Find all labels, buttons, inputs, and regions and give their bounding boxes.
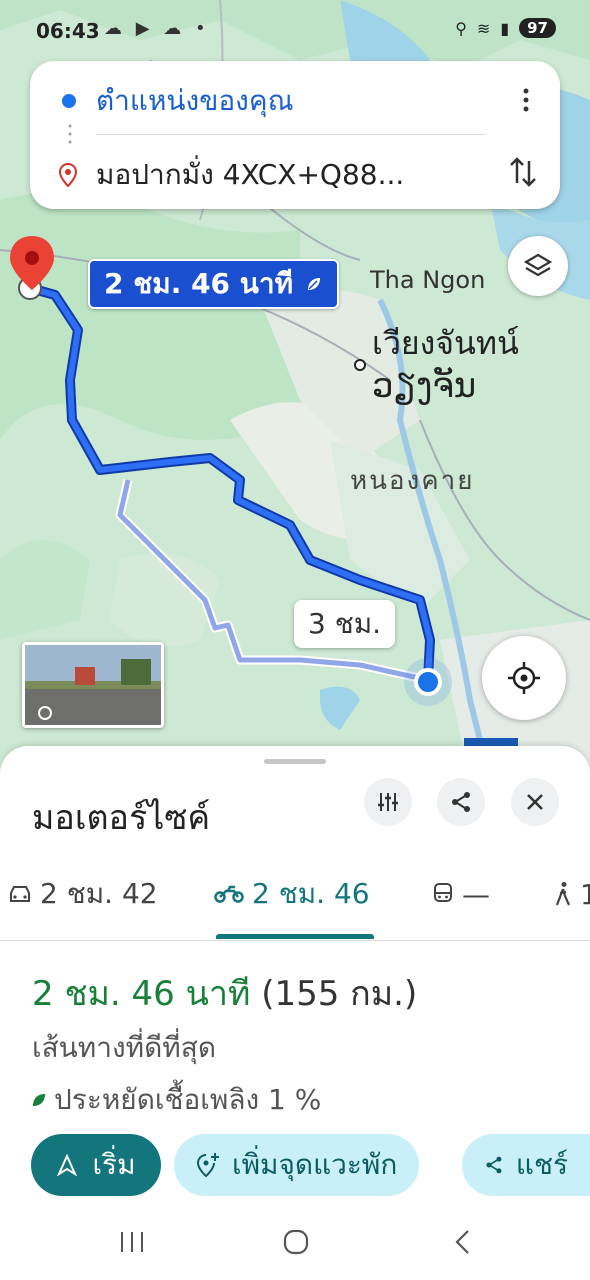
share-button[interactable]: แชร์ <box>462 1134 590 1196</box>
recent-apps-icon[interactable] <box>118 1230 146 1254</box>
destination-field[interactable]: มอปากมั่ง 4XCX+Q88... <box>30 145 560 205</box>
route-options-button[interactable] <box>364 778 412 826</box>
transit-icon <box>434 883 452 902</box>
close-icon <box>527 794 543 810</box>
status-bar: 06:43 ☁ ▶ ☁ • ⚲ ≋ ▮ 97 <box>0 0 590 60</box>
eta-badge-text: 2 ชม. 46 นาที <box>104 267 294 300</box>
motorcycle-icon <box>214 885 244 903</box>
crosshair-icon <box>508 662 540 694</box>
directions-sheet: มอเตอร์ไซค์ 2 ชม. 42 2 ชม. 46 — 1 2 ชม. … <box>0 746 590 1280</box>
origin-field[interactable]: ตำแหน่งของคุณ <box>30 71 560 131</box>
travel-mode-tabs: 2 ชม. 42 2 ชม. 46 — 1 <box>0 856 590 941</box>
close-button[interactable] <box>511 778 559 826</box>
layers-icon <box>523 253 553 277</box>
walk-icon <box>555 882 571 906</box>
action-buttons: เริ่ม เพิ่มจุดแวะพัก แชร์ <box>0 1134 590 1198</box>
add-stop-button[interactable]: เพิ่มจุดแวะพัก <box>174 1134 420 1196</box>
share-route-button[interactable] <box>437 778 485 826</box>
map-label-vientiane-th: เวียงจันทน์ <box>372 324 519 362</box>
route-card-divider <box>96 134 486 135</box>
share-button-label: แชร์ <box>515 1148 568 1181</box>
current-location-dot <box>414 668 442 696</box>
destination-text: มอปากมั่ง 4XCX+Q88... <box>96 158 405 191</box>
route-dots-icon <box>68 124 72 144</box>
tune-icon <box>378 793 398 811</box>
tab-walk[interactable]: 1 <box>554 874 590 914</box>
active-tab-indicator <box>216 934 374 939</box>
route-distance: (155 กม.) <box>261 974 418 1014</box>
map-view[interactable]: 06:43 ☁ ▶ ☁ • ⚲ ≋ ▮ 97 ตำแหน่งของคุณ มอป… <box>0 0 590 780</box>
eco-note-text: ประหยัดเชื้อเพลิง 1 % <box>54 1083 322 1116</box>
status-right: ⚲ ≋ ▮ 97 <box>455 18 556 38</box>
street-view-image <box>25 645 161 725</box>
route-duration: 2 ชม. 46 นาที <box>32 974 251 1014</box>
map-label-nong-khai: หนองคาย <box>350 466 475 496</box>
battery-level: 97 <box>519 18 556 38</box>
route-card: ตำแหน่งของคุณ มอปากมั่ง 4XCX+Q88... <box>30 61 560 209</box>
tab-car[interactable]: 2 ชม. 42 <box>8 874 158 914</box>
route-note: เส้นทางที่ดีที่สุด <box>32 1031 217 1064</box>
tab-transit[interactable]: — <box>432 874 490 914</box>
system-nav-bar <box>0 1208 590 1280</box>
tab-car-label: 2 ชม. 42 <box>40 877 158 910</box>
location-status-icon: ⚲ <box>455 18 467 38</box>
origin-dot-icon <box>62 94 76 108</box>
alternate-route-line <box>115 478 429 685</box>
tab-transit-label: — <box>462 877 490 911</box>
eta-badge[interactable]: 2 ชม. 46 นาที <box>88 259 340 309</box>
my-location-button[interactable] <box>482 636 566 720</box>
wifi-icon: ≋ <box>476 18 491 38</box>
route-summary: 2 ชม. 46 นาที (155 กม.) <box>32 966 417 1020</box>
leaf-icon <box>308 278 321 290</box>
alternate-route-text: 3 ชม. <box>308 607 382 640</box>
tab-walk-label: 1 <box>580 877 590 911</box>
back-icon[interactable] <box>452 1228 472 1256</box>
navigation-arrow-icon <box>57 1154 78 1176</box>
layers-button[interactable] <box>508 236 568 296</box>
start-button-label: เริ่ม <box>92 1148 136 1181</box>
share-icon <box>452 792 470 812</box>
start-button[interactable]: เริ่ม <box>31 1134 161 1196</box>
more-options-icon[interactable] <box>516 85 536 115</box>
swap-icon[interactable] <box>508 155 538 189</box>
travel-mode-title: มอเตอร์ไซค์ <box>32 798 211 838</box>
tab-motorcycle[interactable]: 2 ชม. 46 <box>214 874 370 914</box>
car-icon <box>10 886 30 902</box>
destination-pin-icon <box>58 163 78 187</box>
tab-motorcycle-label: 2 ชม. 46 <box>252 877 370 910</box>
notification-icons: ☁ ▶ ☁ • <box>104 18 210 39</box>
map-label-vientiane-lao: ວຽງຈັນ <box>372 366 477 406</box>
eco-note: ประหยัดเชื้อเพลิง 1 % <box>30 1078 321 1122</box>
map-label-tha-ngon: Tha Ngon <box>370 266 486 294</box>
share-icon <box>486 1156 502 1174</box>
street-view-thumbnail[interactable] <box>22 642 164 728</box>
home-icon[interactable] <box>282 1228 310 1256</box>
alternate-route-badge[interactable]: 3 ชม. <box>294 600 396 648</box>
add-stop-label: เพิ่มจุดแวะพัก <box>232 1148 398 1181</box>
add-stop-icon <box>196 1153 219 1178</box>
status-time: 06:43 <box>36 19 100 43</box>
sheet-drag-handle[interactable] <box>264 759 326 764</box>
origin-text: ตำแหน่งของคุณ <box>96 84 294 117</box>
leaf-icon <box>33 1094 45 1106</box>
signal-icon: ▮ <box>500 18 510 38</box>
